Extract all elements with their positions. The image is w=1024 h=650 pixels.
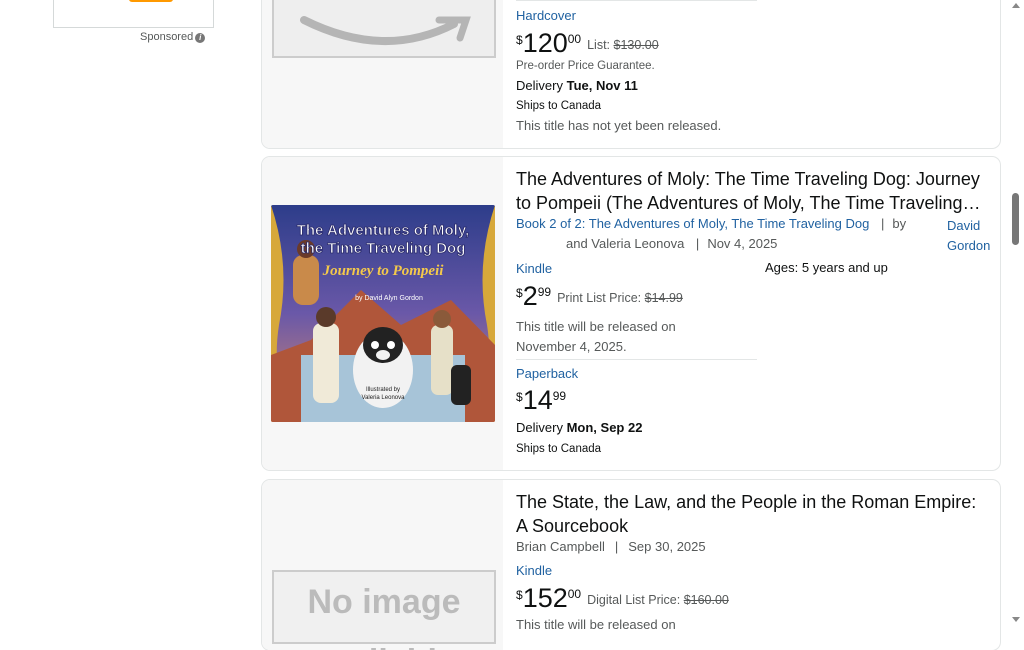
digital-list-price: Digital List Price: $160.00 (587, 593, 729, 607)
book-cover-image[interactable]: The Adventures of Moly, the Time Traveli… (271, 205, 495, 422)
sponsored-ad-box[interactable] (53, 0, 214, 28)
delivery-info: Delivery Tue, Nov 11 (516, 78, 638, 93)
age-range: Ages: 5 years and up (765, 260, 888, 275)
price-hardcover[interactable]: $120 00 List: $130.00 (516, 30, 659, 57)
sponsored-label[interactable]: Sponsored i (140, 31, 206, 43)
byline-rest: and Valeria Leonova | Nov 4, 2025 (566, 236, 778, 251)
release-note: This title will be released on (516, 617, 676, 632)
product-image-panel (262, 0, 503, 148)
format-link-hardcover[interactable]: Hardcover (516, 8, 576, 23)
release-note: This title will be released on November … (516, 319, 676, 354)
ad-button-fragment (129, 0, 173, 2)
format-link-kindle[interactable]: Kindle (516, 261, 552, 276)
svg-text:the Time Traveling Dog: the Time Traveling Dog (301, 240, 466, 257)
scrollbar-thumb[interactable] (1012, 193, 1019, 245)
svg-text:The Adventures of Moly,: The Adventures of Moly, (297, 222, 470, 239)
product-title-link[interactable]: The State, the Law, and the People in th… (516, 490, 991, 538)
svg-text:Illustrated by: Illustrated by (366, 387, 400, 393)
price-kindle[interactable]: $152 00 Digital List Price: $160.00 (516, 585, 729, 612)
info-icon[interactable]: i (195, 33, 206, 43)
divider (516, 359, 757, 360)
divider (516, 0, 757, 1)
format-link-kindle[interactable]: Kindle (516, 563, 552, 578)
print-list-price: Print List Price: $14.99 (557, 291, 683, 305)
page-scrollbar[interactable] (1009, 0, 1024, 629)
svg-text:Valeria Leonova: Valeria Leonova (362, 395, 406, 401)
price-guarantee: Pre-order Price Guarantee. (516, 60, 655, 72)
product-title-link[interactable]: The Adventures of Moly: The Time Traveli… (516, 167, 996, 215)
format-link-paperback[interactable]: Paperback (516, 366, 578, 381)
author-link[interactable]: David Gordon (947, 216, 990, 256)
no-image-placeholder[interactable]: No image available (272, 570, 496, 650)
scroll-up-arrow[interactable] (1012, 3, 1020, 8)
price-kindle[interactable]: $2 99 Print List Price: $14.99 (516, 283, 683, 310)
svg-text:by David Alyn Gordon: by David Alyn Gordon (355, 295, 423, 302)
price-paperback[interactable]: $14 99 (516, 387, 566, 414)
delivery-info: Delivery Mon, Sep 22 (516, 420, 643, 435)
list-price: List: $130.00 (587, 38, 659, 52)
ships-to: Ships to Canada (516, 443, 602, 455)
amazon-placeholder-image[interactable] (272, 0, 496, 58)
svg-text:Journey to Pompeii: Journey to Pompeii (322, 263, 445, 279)
series-link[interactable]: Book 2 of 2: The Adventures of Moly, The… (516, 216, 869, 231)
byline: Brian Campbell | Sep 30, 2025 (516, 539, 706, 554)
ships-to: Ships to Canada (516, 100, 602, 112)
product-image-panel: No image available (262, 480, 503, 650)
series-info: Book 2 of 2: The Adventures of Moly, The… (516, 216, 907, 231)
release-note: This title has not yet been released. (516, 118, 722, 133)
scroll-down-arrow[interactable] (1012, 617, 1020, 622)
